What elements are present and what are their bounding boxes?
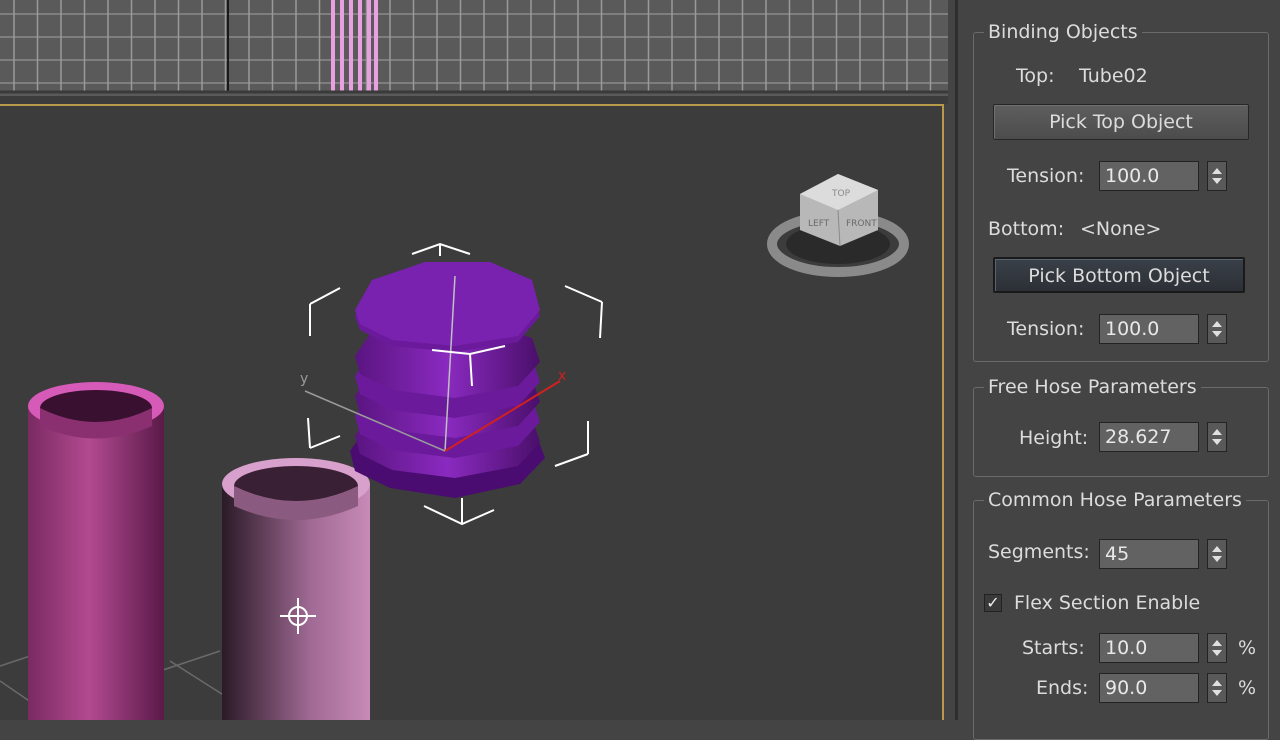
key-frame-marker [358, 0, 362, 92]
ends-label: Ends: [1036, 677, 1089, 699]
timeline-divider [0, 96, 948, 104]
key-frame-marker [331, 0, 335, 92]
svg-text:TOP: TOP [831, 189, 851, 199]
top-tension-label: Tension: [1007, 165, 1085, 187]
key-frame-marker [340, 0, 344, 92]
key-frame-marker [367, 0, 371, 92]
starts-spinner[interactable] [1207, 633, 1227, 663]
timeline-track[interactable] [0, 0, 948, 96]
bottom-tension-label: Tension: [1007, 318, 1085, 340]
pick-bottom-object-button[interactable]: Pick Bottom Object [993, 257, 1245, 293]
height-label: Height: [1019, 427, 1089, 449]
flex-section-checkbox[interactable]: ✓ [984, 594, 1002, 612]
starts-percent-unit: % [1238, 637, 1257, 659]
command-panel: Binding Objects Top: Tube02 Pick Top Obj… [955, 0, 1280, 740]
binding-objects-title[interactable]: Binding Objects [984, 20, 1142, 44]
height-field[interactable]: 28.627 [1099, 422, 1199, 452]
bottom-object-name: <None> [1080, 218, 1162, 240]
perspective-viewport[interactable]: x y TOP LEFT FRONT [0, 104, 944, 720]
common-hose-rollout: Common Hose Parameters Segments: 45 ✓ Fl… [973, 488, 1269, 740]
binding-objects-rollout: Binding Objects Top: Tube02 Pick Top Obj… [973, 20, 1269, 362]
top-object-name: Tube02 [1079, 65, 1148, 87]
height-spinner[interactable] [1207, 422, 1227, 452]
ends-field[interactable]: 90.0 [1099, 673, 1199, 703]
ends-spinner[interactable] [1207, 673, 1227, 703]
bottom-tension-field[interactable]: 100.0 [1099, 314, 1199, 344]
segments-field[interactable]: 45 [1099, 539, 1199, 569]
flex-section-label: Flex Section Enable [1014, 592, 1201, 614]
bottom-label: Bottom: [988, 218, 1065, 240]
viewport-scene: x y TOP LEFT FRONT [0, 174, 909, 720]
tube02-object [222, 458, 370, 720]
svg-text:x: x [558, 368, 566, 384]
free-hose-rollout: Free Hose Parameters Height: 28.627 [973, 375, 1269, 477]
hose-object [350, 262, 545, 498]
top-tension-spinner[interactable] [1207, 161, 1227, 191]
tube01-object [28, 382, 164, 720]
top-tension-field[interactable]: 100.0 [1099, 161, 1199, 191]
segments-label: Segments: [988, 541, 1090, 563]
pick-top-object-button[interactable]: Pick Top Object [993, 104, 1249, 140]
timeline-ruler [0, 0, 948, 94]
svg-text:FRONT: FRONT [846, 219, 877, 229]
svg-text:y: y [300, 371, 308, 387]
viewcube-widget: TOP LEFT FRONT [767, 174, 909, 277]
common-hose-title[interactable]: Common Hose Parameters [984, 488, 1246, 512]
key-frame-marker [374, 0, 378, 92]
top-label: Top: [1016, 65, 1055, 87]
free-hose-title[interactable]: Free Hose Parameters [984, 375, 1201, 399]
bottom-tension-spinner[interactable] [1207, 314, 1227, 344]
starts-field[interactable]: 10.0 [1099, 633, 1199, 663]
svg-text:LEFT: LEFT [808, 219, 830, 229]
ends-percent-unit: % [1238, 677, 1257, 699]
key-frame-marker [349, 0, 353, 92]
starts-label: Starts: [1022, 637, 1085, 659]
segments-spinner[interactable] [1207, 539, 1227, 569]
